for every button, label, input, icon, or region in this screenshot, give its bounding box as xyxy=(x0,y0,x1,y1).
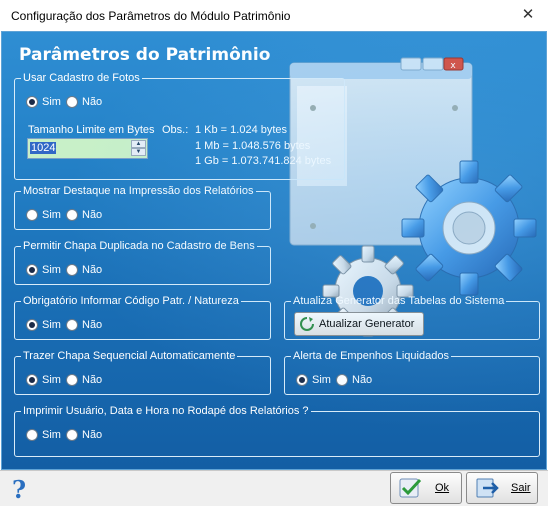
radio-empenhos-nao[interactable]: Não xyxy=(336,374,372,386)
group-label: Mostrar Destaque na Impressão dos Relató… xyxy=(23,185,254,197)
radio-chapa-seq-sim[interactable]: Sim xyxy=(26,374,61,386)
ok-label: Ok xyxy=(435,482,450,494)
group-label: Atualiza Generator das Tabelas do Sistem… xyxy=(293,295,505,307)
gb-info: 1 Gb = 1.073.741.824 bytes xyxy=(195,155,332,167)
window-title: Configuração dos Parâmetros do Módulo Pa… xyxy=(11,9,291,23)
footer-bar: ? Ok Sair xyxy=(0,470,548,506)
dialog-body: x Parâmetros do Patrimônio Usar Cadastro… xyxy=(1,31,547,470)
group-chapa-duplicada: Permitir Chapa Duplicada no Cadastro de … xyxy=(14,240,271,285)
exit-door-icon xyxy=(476,478,499,498)
group-chapa-seq: Trazer Chapa Sequencial Automaticamente … xyxy=(14,350,271,395)
exit-button[interactable]: Sair xyxy=(466,472,538,504)
help-icon[interactable]: ? xyxy=(12,475,26,504)
radio-rodape-nao[interactable]: Não xyxy=(66,429,102,441)
group-label: Trazer Chapa Sequencial Automaticamente xyxy=(23,350,236,362)
radio-destaque-nao[interactable]: Não xyxy=(66,209,102,221)
group-rodape: Imprimir Usuário, Data e Hora no Rodapé … xyxy=(14,405,540,457)
spin-down-icon[interactable]: ▼ xyxy=(131,148,146,156)
group-label: Usar Cadastro de Fotos xyxy=(23,72,140,84)
radio-empenhos-sim[interactable]: Sim xyxy=(296,374,331,386)
ok-button[interactable]: Ok xyxy=(390,472,462,504)
group-empenhos: Alerta de Empenhos Liquidados Sim Não xyxy=(284,350,540,395)
group-label: Obrigatório Informar Código Patr. / Natu… xyxy=(23,295,239,307)
radio-destaque-sim[interactable]: Sim xyxy=(26,209,61,221)
size-limit-stepper[interactable]: 1024 ▲ ▼ xyxy=(27,138,148,159)
close-icon[interactable]: ✕ xyxy=(518,6,538,24)
group-codigo-patr: Obrigatório Informar Código Patr. / Natu… xyxy=(14,295,271,340)
group-label: Alerta de Empenhos Liquidados xyxy=(293,350,449,362)
title-bar: Configuração dos Parâmetros do Módulo Pa… xyxy=(0,0,548,31)
group-label: Permitir Chapa Duplicada no Cadastro de … xyxy=(23,240,255,252)
update-generator-label: Atualizar Generator xyxy=(319,318,415,330)
radio-rodape-sim[interactable]: Sim xyxy=(26,429,61,441)
radio-usar-fotos-nao[interactable]: Não xyxy=(66,96,102,108)
kb-info: 1 Kb = 1.024 bytes xyxy=(195,124,288,136)
page-title: Parâmetros do Patrimônio xyxy=(19,45,271,65)
spin-up-icon[interactable]: ▲ xyxy=(131,140,146,148)
size-limit-label: Tamanho Limite em Bytes xyxy=(28,124,155,136)
group-usar-fotos: Usar Cadastro de Fotos Sim Não Tamanho L… xyxy=(14,72,345,180)
size-limit-value[interactable]: 1024 xyxy=(30,142,57,154)
svg-text:x: x xyxy=(450,61,456,71)
radio-codigo-patr-nao[interactable]: Não xyxy=(66,319,102,331)
radio-chapa-duplicada-nao[interactable]: Não xyxy=(66,264,102,276)
exit-label: Sair xyxy=(511,482,531,494)
group-generator: Atualiza Generator das Tabelas do Sistem… xyxy=(284,295,540,340)
ok-check-icon xyxy=(399,478,422,498)
mb-info: 1 Mb = 1.048.576 bytes xyxy=(195,140,311,152)
obs-label: Obs.: xyxy=(162,124,189,136)
radio-chapa-seq-nao[interactable]: Não xyxy=(66,374,102,386)
group-label: Imprimir Usuário, Data e Hora no Rodapé … xyxy=(23,405,309,417)
radio-usar-fotos-sim[interactable]: Sim xyxy=(26,96,61,108)
radio-chapa-duplicada-sim[interactable]: Sim xyxy=(26,264,61,276)
update-generator-button[interactable]: Atualizar Generator xyxy=(294,312,424,336)
radio-codigo-patr-sim[interactable]: Sim xyxy=(26,319,61,331)
refresh-icon xyxy=(300,317,314,331)
group-destaque: Mostrar Destaque na Impressão dos Relató… xyxy=(14,185,271,230)
